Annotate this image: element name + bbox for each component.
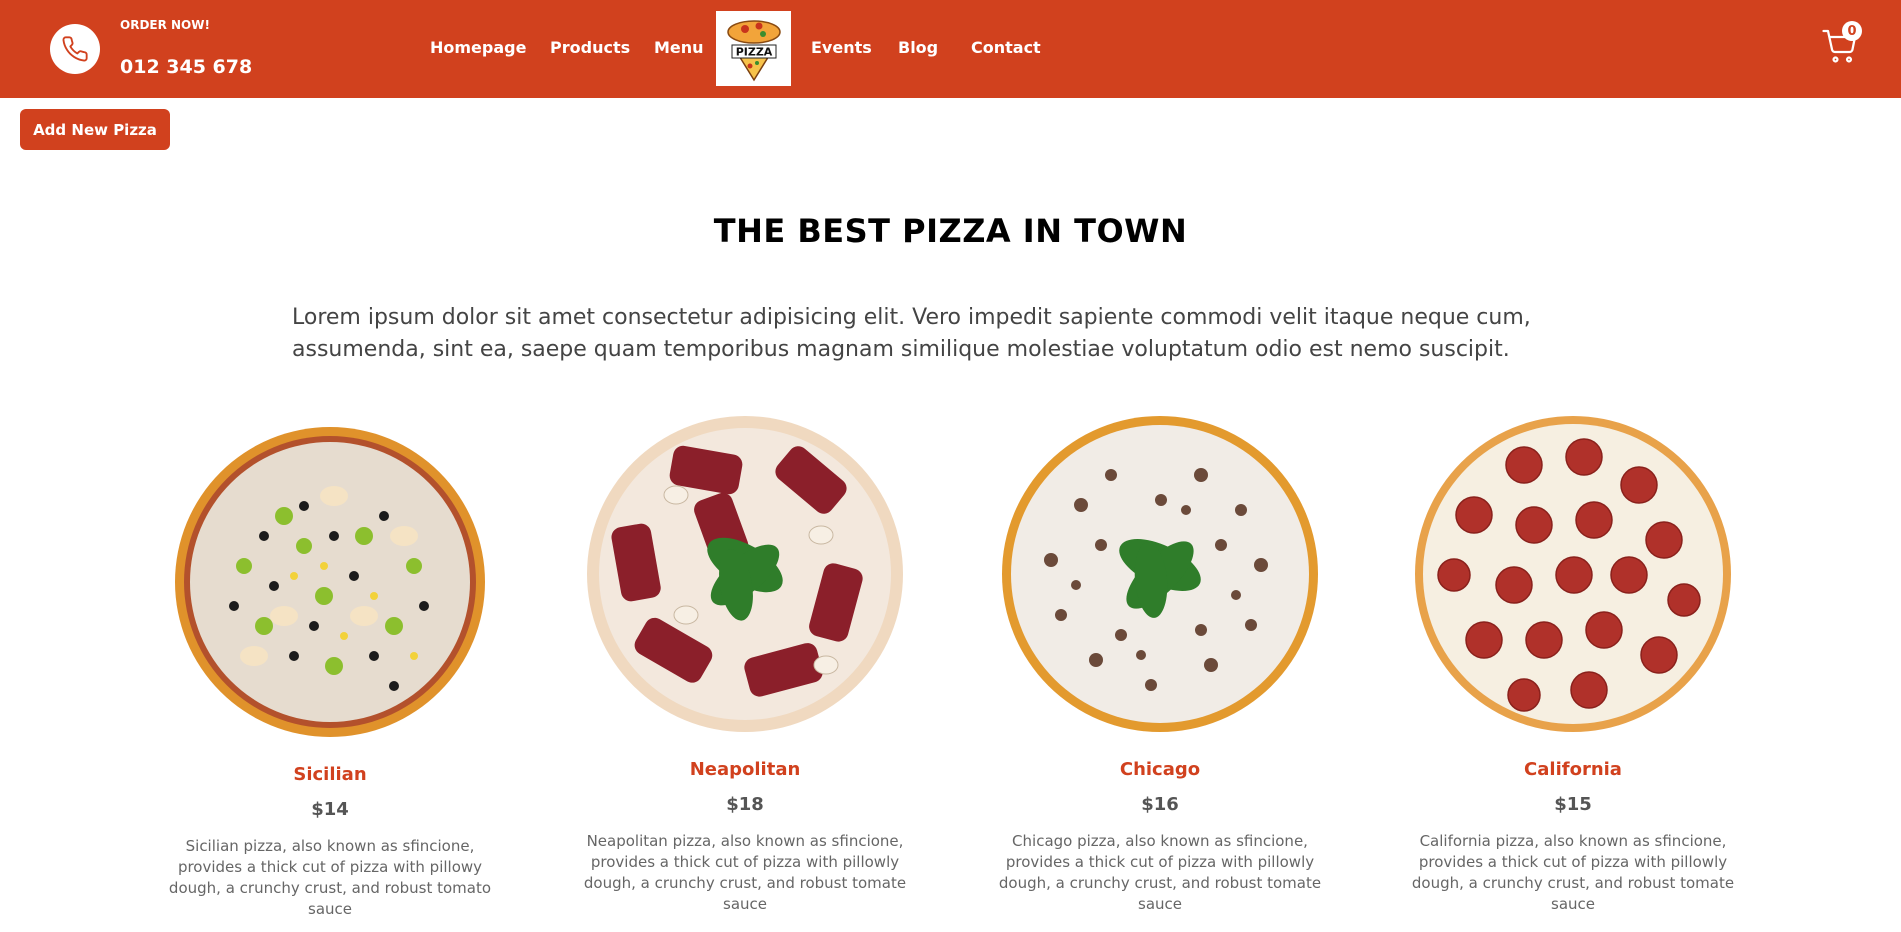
nav-blog[interactable]: Blog bbox=[898, 38, 938, 57]
pizza-description: Sicilian pizza, also known as sfincione,… bbox=[168, 837, 492, 918]
pizza-logo[interactable]: PIZZA bbox=[716, 11, 791, 86]
nav-homepage[interactable]: Homepage bbox=[430, 38, 526, 57]
pizza-card-sicilian[interactable]: Sicilian $14 Sicilian pizza, also known … bbox=[160, 426, 500, 920]
pizza-name: Sicilian bbox=[293, 764, 367, 785]
logo-text: PIZZA bbox=[735, 45, 772, 58]
pizza-image-sicilian bbox=[175, 427, 485, 737]
pizza-card-chicago[interactable]: Chicago $16 Chicago pizza, also known as… bbox=[990, 415, 1330, 915]
pizza-name: Chicago bbox=[1119, 759, 1201, 780]
pizza-image-neapolitan bbox=[587, 416, 903, 732]
pizza-image-chicago bbox=[1002, 416, 1318, 732]
intro-description: Lorem ipsum dolor sit amet consectetur a… bbox=[292, 305, 1531, 362]
nav-contact[interactable]: Contact bbox=[971, 38, 1041, 57]
pizza-description: California pizza, also known as sfincion… bbox=[1411, 832, 1735, 913]
pizza-name: Neapolitan bbox=[689, 759, 801, 780]
pizza-card-california[interactable]: California $15 California pizza, also kn… bbox=[1403, 415, 1743, 915]
add-new-pizza-button[interactable]: Add New Pizza bbox=[20, 109, 170, 150]
pizza-name: California bbox=[1524, 759, 1622, 780]
order-now-label: ORDER NOW! bbox=[120, 18, 210, 32]
pizza-description: Neapolitan pizza, also known as sfincion… bbox=[583, 832, 907, 913]
page-title: THE BEST PIZZA IN TOWN bbox=[713, 212, 1188, 250]
order-phone-number: 012 345 678 bbox=[120, 56, 253, 78]
pizza-price: $15 bbox=[1554, 794, 1592, 815]
pizza-image-california bbox=[1415, 416, 1731, 732]
nav-products[interactable]: Products bbox=[550, 38, 630, 57]
pizza-card-neapolitan[interactable]: Neapolitan $18 Neapolitan pizza, also kn… bbox=[575, 415, 915, 915]
phone-icon-button[interactable] bbox=[50, 24, 100, 74]
pizza-logo-image: PIZZA bbox=[726, 19, 781, 81]
cart-count-badge: 0 bbox=[1842, 21, 1862, 41]
navbar: ORDER NOW! 012 345 678 Homepage Products… bbox=[0, 0, 1901, 98]
phone-icon bbox=[62, 36, 88, 62]
pizza-price: $14 bbox=[311, 799, 349, 820]
pizza-description: Chicago pizza, also known as sfincione, … bbox=[998, 832, 1322, 913]
nav-menu[interactable]: Menu bbox=[654, 38, 704, 57]
nav-events[interactable]: Events bbox=[811, 38, 872, 57]
pizza-price: $18 bbox=[726, 794, 764, 815]
pizza-price: $16 bbox=[1141, 794, 1179, 815]
